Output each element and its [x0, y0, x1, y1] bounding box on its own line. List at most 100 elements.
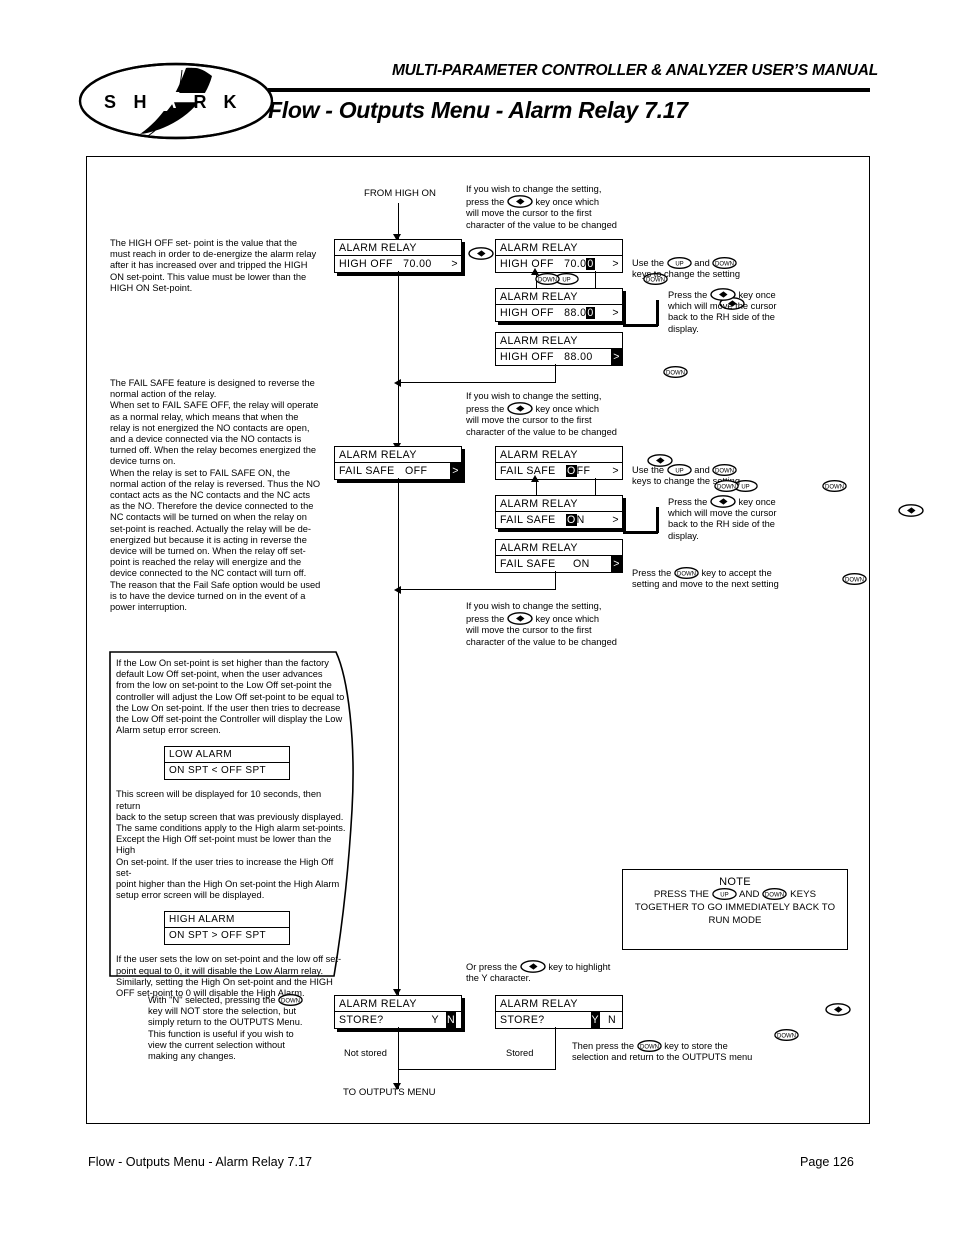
line: which will move the cursor — [668, 301, 777, 312]
down-key-icon: DOWN — [674, 567, 699, 579]
screen-high-off-88-cursor[interactable]: ALARM RELAY HIGH OFF 88.00 > — [495, 288, 623, 322]
screen-marker: > — [612, 465, 619, 477]
line: key to store the — [664, 1041, 728, 1051]
line: point equal to 0, it will disable the Lo… — [116, 965, 324, 976]
svg-text:UP: UP — [563, 277, 571, 283]
line: from the low on set-point to the Low Off… — [116, 680, 332, 691]
screen-title: ALARM RELAY — [335, 447, 461, 463]
line: HIGH ON Set-point. — [110, 282, 193, 293]
store-option-y[interactable]: Y — [432, 1012, 439, 1028]
note-title: NOTE — [719, 876, 751, 888]
line: press the — [466, 614, 505, 625]
logo-letter-h: H — [134, 92, 147, 112]
left-right-key-icon[interactable] — [825, 1003, 852, 1017]
screen-fail-safe-on[interactable]: ALARM RELAY FAIL SAFE ON > — [495, 539, 623, 573]
left-right-key-icon — [710, 495, 736, 508]
callout-para-2: This screen will be displayed for 10 sec… — [116, 789, 348, 901]
line: as a normal relay, which means that when… — [110, 411, 299, 422]
left-right-key-icon — [710, 288, 736, 301]
svg-text:DOWN: DOWN — [640, 1045, 659, 1051]
screen-store-n[interactable]: ALARM RELAY STORE? Y N — [334, 995, 462, 1029]
line: If you wish to change the setting, — [466, 184, 602, 194]
down-key-icon[interactable]: DOWN — [663, 365, 688, 378]
screen-label: FAIL SAFE — [500, 514, 556, 526]
screen-title: ALARM RELAY — [496, 240, 622, 256]
down-key-icon: DOWN — [712, 464, 738, 476]
left-right-key-icon — [507, 402, 533, 416]
screen-high-off-70[interactable]: ALARM RELAY HIGH OFF 70.00 > — [334, 239, 462, 273]
svg-text:UP: UP — [720, 893, 729, 899]
screen-value-row: HIGH OFF 70.00 > — [335, 256, 461, 272]
line: press the — [466, 404, 505, 415]
line: default Low Off set-point, when the user… — [116, 669, 323, 680]
line: NC contacts will be turned on when the r… — [110, 512, 307, 523]
callout-para-1: If the Low On set-point is set higher th… — [116, 658, 348, 736]
left-right-key-icon[interactable] — [898, 504, 924, 518]
store-option-n[interactable]: N — [445, 1012, 456, 1028]
screen-cursor: 0 — [586, 258, 595, 270]
footer-left: Flow - Outputs Menu - Alarm Relay 7.17 — [88, 1155, 312, 1169]
down-key-icon[interactable]: DOWN — [714, 479, 739, 492]
instruction-highlight-y: Or press the key to highlight the Y char… — [466, 960, 666, 984]
line: Use the — [632, 465, 665, 475]
screen-fail-safe-off[interactable]: ALARM RELAY FAIL SAFE OFF > — [334, 446, 462, 480]
line: RUN MODE — [708, 915, 762, 926]
line: This function is useful if you wish to — [148, 1028, 294, 1039]
store-option-y[interactable]: Y — [590, 1012, 600, 1028]
instruction-change-setting-2: If you wish to change the setting, press… — [466, 391, 636, 438]
line: which will move the cursor — [668, 508, 777, 519]
page-title: Flow - Outputs Menu - Alarm Relay 7.17 — [268, 97, 688, 123]
screen-cursor: 0 — [586, 307, 595, 319]
down-key-icon: DOWN — [762, 888, 788, 900]
line: the Y character. — [466, 973, 531, 984]
screen-fail-safe-on-cursor[interactable]: ALARM RELAY FAIL SAFE ON > — [495, 495, 623, 529]
entry-label: FROM HIGH ON — [364, 188, 436, 199]
instruction-store-then: Then press the DOWN key to store the sel… — [572, 1040, 802, 1063]
screen-high-off-88[interactable]: ALARM RELAY HIGH OFF 88.00 > — [495, 332, 623, 366]
line: as the NO. Therefore the device connecte… — [110, 501, 314, 512]
screen-fail-safe-off-cursor[interactable]: ALARM RELAY FAIL SAFE OFF > — [495, 446, 623, 480]
line: key to accept the — [701, 568, 772, 578]
screen-value-row: STORE? Y N — [335, 1012, 461, 1028]
line: will move the cursor to the first — [466, 625, 592, 636]
down-key-icon[interactable]: DOWN — [535, 272, 561, 285]
screen-cursor: O — [565, 514, 577, 526]
left-right-key-icon — [507, 195, 533, 209]
store-option-n[interactable]: N — [608, 1012, 616, 1028]
line: power interruption. — [110, 602, 187, 613]
screen-marker: > — [612, 514, 619, 526]
label-not-stored: Not stored — [344, 1048, 387, 1058]
connector-bracket-v — [656, 507, 659, 533]
svg-text:DOWN: DOWN — [666, 370, 685, 376]
screen-value: 70.00 — [403, 258, 432, 270]
line: back to the RH side of the — [668, 312, 775, 323]
down-key-icon: DOWN — [712, 257, 738, 269]
screen-marker: > — [612, 307, 619, 319]
line: and — [694, 465, 710, 475]
screen-label: FAIL SAFE — [500, 558, 556, 570]
screen-value-row: ON SPT > OFF SPT — [169, 930, 267, 942]
screen-store-y[interactable]: ALARM RELAY STORE? Y N — [495, 995, 623, 1029]
screen-title: ALARM RELAY — [496, 289, 622, 305]
screen-marker: > — [611, 349, 622, 365]
instruction-change-setting-3: If you wish to change the setting, press… — [466, 601, 636, 648]
svg-text:DOWN: DOWN — [677, 572, 696, 578]
line: Press the — [668, 497, 708, 507]
line: Use the — [632, 258, 665, 268]
line: With "N" selected, pressing the — [148, 995, 276, 1005]
screen-value: ON — [572, 558, 590, 570]
line: When set to FAIL SAFE OFF, the relay wil… — [110, 400, 319, 411]
fail-safe-description: The FAIL SAFE feature is designed to rev… — [110, 378, 342, 613]
line: the Low On set-point. If the user then t… — [116, 702, 341, 713]
line: selection and return to the OUTPUTS menu — [572, 1052, 753, 1063]
screen-title: ALARM RELAY — [335, 996, 461, 1012]
screen-title: HIGH ALARM — [165, 912, 289, 929]
screen-high-off-70-cursor[interactable]: ALARM RELAY HIGH OFF 70.00 > — [495, 239, 623, 273]
line: must reach in order to de-energize the a… — [110, 249, 317, 260]
up-key-icon: UP — [666, 257, 692, 269]
left-right-key-icon[interactable] — [468, 247, 494, 261]
line: key once which — [535, 614, 599, 625]
footer-right: Page 126 — [800, 1155, 854, 1169]
connector-spine-long — [398, 487, 400, 995]
down-key-icon[interactable]: DOWN — [774, 1028, 799, 1041]
